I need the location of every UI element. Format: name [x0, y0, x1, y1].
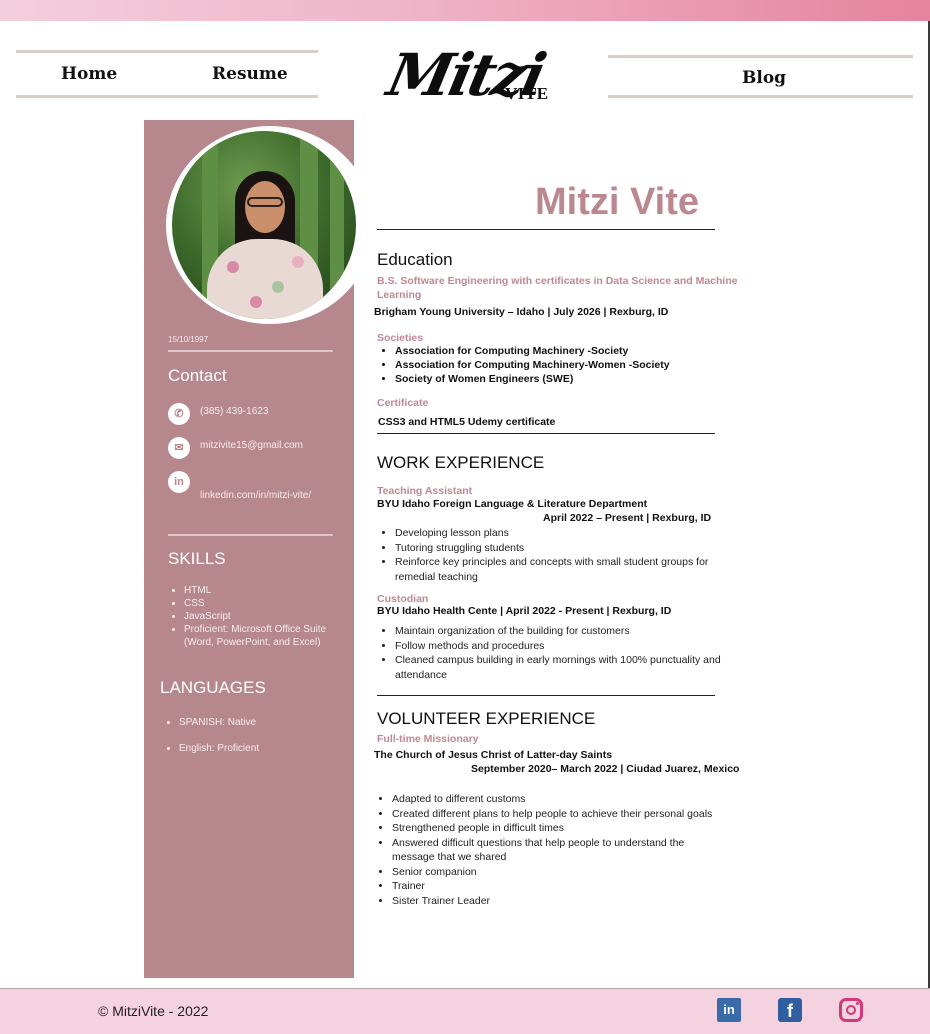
- birth-date: 15/10/1997: [168, 335, 209, 344]
- mail-icon: ✉: [168, 437, 190, 459]
- job-dates: April 2022 – Present | Rexburg, ID: [543, 512, 712, 524]
- resume-name: Mitzi Vite: [535, 181, 699, 223]
- facebook-icon[interactable]: f: [778, 998, 802, 1022]
- languages-heading: LANGUAGES: [160, 678, 266, 697]
- list-item: Adapted to different customs: [392, 792, 719, 807]
- list-item: Association for Computing Machinery-Wome…: [395, 358, 670, 372]
- job-org: BYU Idaho Health Cente | April 2022 - Pr…: [377, 605, 672, 617]
- name-divider: [377, 229, 715, 230]
- skills-list: HTML CSS JavaScript Proficient: Microsof…: [168, 584, 328, 649]
- instagram-icon[interactable]: [839, 998, 863, 1022]
- section-divider: [377, 433, 715, 434]
- logo-sub: VITE: [505, 84, 549, 103]
- job-title: Custodian: [377, 593, 429, 605]
- nav-blog-link[interactable]: Blog: [742, 68, 786, 88]
- list-item: Sister Trainer Leader: [392, 894, 719, 909]
- volunteer-dates: September 2020– March 2022 | Ciudad Juar…: [471, 763, 740, 775]
- job-bullets: Maintain organization of the building fo…: [377, 624, 722, 682]
- certificate-label: Certificate: [377, 397, 429, 409]
- job-title: Teaching Assistant: [377, 485, 473, 497]
- list-item: Developing lesson plans: [395, 526, 717, 541]
- degree-text: B.S. Software Engineering with certifica…: [377, 275, 738, 301]
- job-org: BYU Idaho Foreign Language & Literature …: [377, 498, 648, 510]
- volunteer-heading: VOLUNTEER EXPERIENCE: [377, 709, 596, 728]
- job-bullets: Developing lesson plans Tutoring struggl…: [377, 526, 717, 584]
- sidebar-divider: [168, 534, 333, 536]
- email-text: mitzivite15@gmail.com: [200, 440, 303, 451]
- list-item: Society of Women Engineers (SWE): [395, 372, 670, 386]
- linkedin-icon[interactable]: in: [717, 998, 741, 1022]
- site-footer: © MitziVite - 2022 in f: [0, 988, 930, 1034]
- nav-left: Home Resume: [16, 50, 318, 98]
- skills-heading: SKILLS: [168, 549, 226, 568]
- nav-right: Blog: [608, 55, 913, 98]
- list-item: Trainer: [392, 879, 719, 894]
- top-gradient-bar: [0, 0, 930, 21]
- list-item: Cleaned campus building in early morning…: [395, 653, 722, 682]
- languages-list: SPANISH: Native English: Proficient: [163, 710, 333, 762]
- list-item: Maintain organization of the building fo…: [395, 624, 722, 639]
- copyright-text: © MitziVite - 2022: [98, 1003, 209, 1019]
- logo-script: Mitzi: [381, 41, 550, 109]
- contact-heading: Contact: [168, 366, 227, 385]
- list-item: Created different plans to help people t…: [392, 807, 719, 822]
- phone-icon: ✆: [168, 403, 190, 425]
- volunteer-org: The Church of Jesus Christ of Latter-day…: [374, 749, 613, 761]
- list-item: Answered difficult questions that help p…: [392, 836, 719, 865]
- list-item: Reinforce key principles and concepts wi…: [395, 555, 717, 584]
- list-item: Strengthened people in difficult times: [392, 821, 719, 836]
- profile-photo: [172, 131, 356, 319]
- linkedin-icon: in: [168, 471, 190, 493]
- societies-list: Association for Computing Machinery -Soc…: [377, 344, 670, 386]
- school-line: Brigham Young University – Idaho | July …: [374, 306, 669, 318]
- list-item: JavaScript: [184, 610, 328, 623]
- list-item: Follow methods and procedures: [395, 639, 722, 654]
- list-item: SPANISH: Native: [179, 710, 333, 736]
- volunteer-title: Full-time Missionary: [377, 733, 479, 745]
- phone-text: (385) 439-1623: [200, 406, 269, 417]
- list-item: Proficient: Microsoft Office Suite (Word…: [184, 623, 328, 649]
- list-item: English: Proficient: [179, 736, 333, 762]
- education-heading: Education: [377, 250, 453, 269]
- volunteer-bullets: Adapted to different customs Created dif…: [374, 792, 719, 908]
- list-item: HTML: [184, 584, 328, 597]
- list-item: Tutoring struggling students: [395, 541, 717, 556]
- list-item: Senior companion: [392, 865, 719, 880]
- certificate-text: CSS3 and HTML5 Udemy certificate: [378, 416, 556, 428]
- section-divider: [377, 695, 715, 696]
- nav-resume-link[interactable]: Resume: [212, 64, 288, 84]
- linkedin-text: linkedin.com/in/mitzi-vite/: [200, 490, 312, 501]
- work-heading: WORK EXPERIENCE: [377, 453, 545, 472]
- list-item: Association for Computing Machinery -Soc…: [395, 344, 670, 358]
- societies-label: Societies: [377, 332, 424, 344]
- nav-home-link[interactable]: Home: [61, 64, 117, 84]
- list-item: CSS: [184, 597, 328, 610]
- site-logo[interactable]: Mitzi VITE: [382, 32, 565, 118]
- sidebar-divider: [168, 350, 333, 352]
